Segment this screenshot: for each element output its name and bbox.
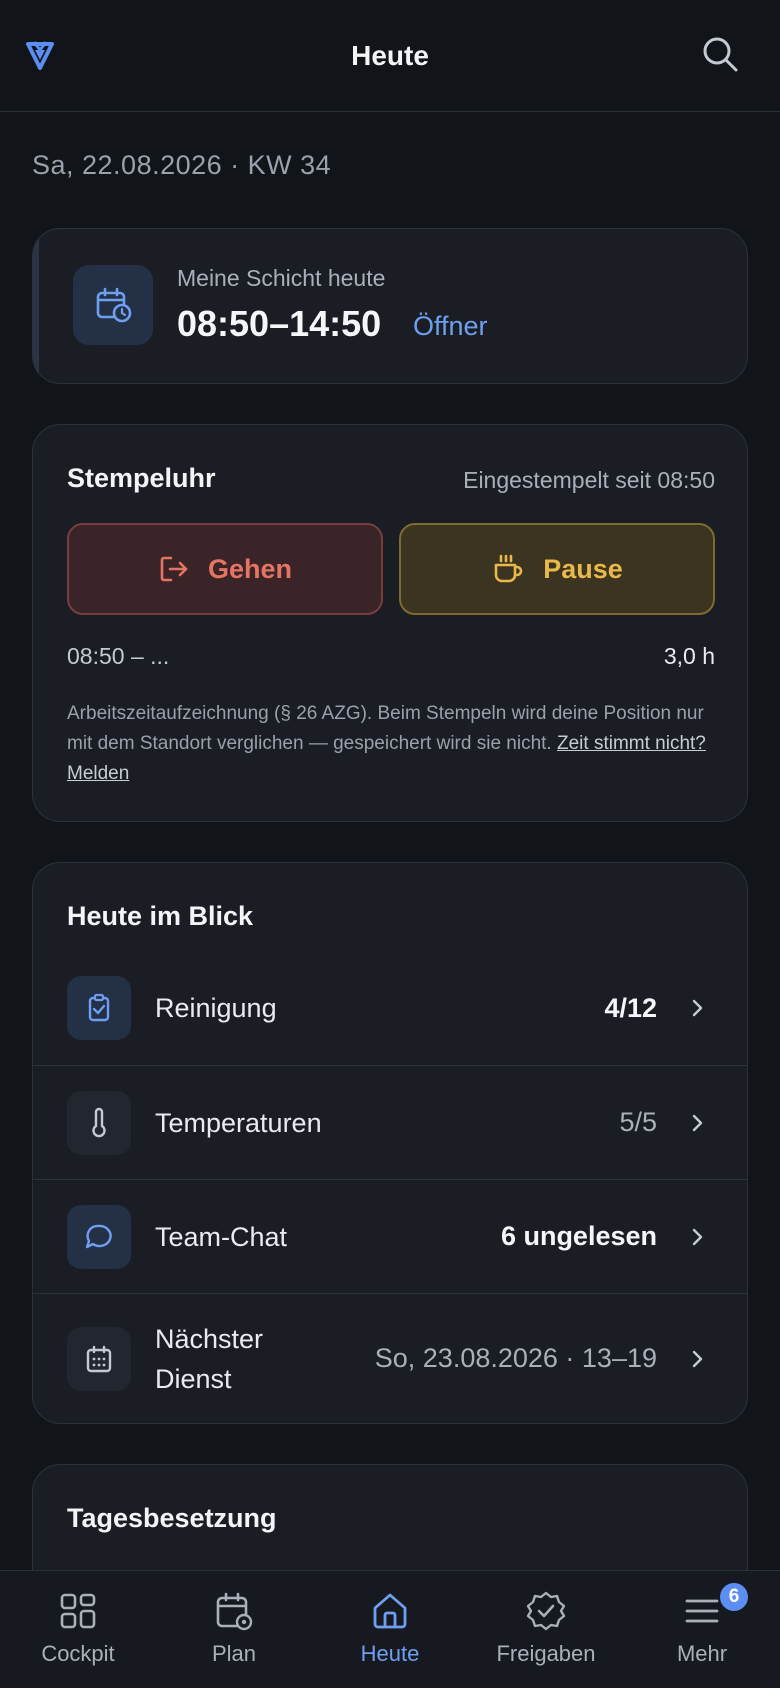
clipboard-check-icon: [67, 976, 131, 1040]
calendar-icon: [67, 1326, 131, 1391]
row-label-line2: Dienst: [155, 1363, 232, 1394]
chevron-right-icon: [692, 1228, 703, 1245]
brand-logo-icon[interactable]: [24, 38, 56, 72]
row-team-chat[interactable]: Team-Chat 6 ungelesen: [33, 1179, 747, 1293]
tab-label: Freigaben: [496, 1641, 596, 1666]
row-label-line1: Nächster: [155, 1323, 264, 1354]
tab-plan[interactable]: Plan: [156, 1571, 312, 1688]
chat-bubble-icon: [67, 1204, 131, 1269]
grid-icon: [60, 1593, 96, 1629]
clock-out-button[interactable]: Gehen: [67, 523, 383, 615]
badge-check-icon: [526, 1591, 566, 1631]
row-label: Temperaturen: [155, 1107, 322, 1138]
row-label: Nächster Dienst: [155, 1319, 263, 1399]
tab-cockpit[interactable]: Cockpit: [0, 1571, 156, 1688]
chevron-right-icon: [692, 1350, 703, 1367]
staffing-title: Tagesbesetzung: [67, 1503, 277, 1533]
date-line: Sa, 22.08.2026 · KW 34: [32, 150, 332, 180]
privacy-note: Arbeitszeitaufzeichnung (§ 26 AZG). Beim…: [67, 699, 707, 789]
row-label: Reinigung: [155, 993, 277, 1023]
clock-hours: 3,0 h: [663, 643, 715, 669]
shift-label: Meine Schicht heute: [177, 265, 386, 291]
row-cleaning[interactable]: Reinigung 4/12: [33, 951, 747, 1065]
coffee-cup-icon: [494, 554, 523, 583]
row-value: 5/5: [619, 1107, 657, 1137]
tab-label: Plan: [211, 1641, 257, 1666]
row-next-shift[interactable]: Nächster Dienst So, 23.08.2026 · 13–19: [33, 1293, 747, 1423]
tab-today[interactable]: Heute: [312, 1571, 468, 1688]
pause-label: Pause: [543, 553, 623, 584]
clock-status: Eingestempelt seit 08:50: [463, 467, 715, 493]
today-overview-card: Heute im Blick Reinigung 4/12 Temperatur…: [32, 862, 748, 1424]
row-value: 4/12: [604, 992, 657, 1023]
clock-range: 08:50 – ...: [67, 643, 170, 669]
chevron-right-icon: [692, 999, 703, 1017]
row-value: So, 23.08.2026 · 13–19: [374, 1343, 657, 1373]
time-clock-title: Stempeluhr: [67, 463, 216, 493]
tab-label: Mehr: [676, 1641, 728, 1666]
tab-more[interactable]: 6 Mehr: [624, 1571, 780, 1688]
logout-icon: [160, 556, 188, 582]
thermometer-icon: [67, 1090, 131, 1155]
search-icon[interactable]: [700, 34, 740, 74]
tab-label: Heute: [360, 1641, 420, 1666]
today-overview-title: Heute im Blick: [67, 901, 254, 931]
pause-button[interactable]: Pause: [399, 523, 715, 615]
app-header: Heute: [0, 0, 780, 112]
notification-badge: 6: [718, 1581, 750, 1613]
calendar-clock-icon: [73, 265, 153, 345]
clock-out-label: Gehen: [207, 553, 293, 584]
tab-label: Cockpit: [41, 1641, 115, 1666]
row-temperatures[interactable]: Temperaturen 5/5: [33, 1065, 747, 1179]
bottom-tab-bar: Cockpit Plan Heute Freigaben 6 Mehr: [0, 1570, 780, 1688]
shift-card[interactable]: Meine Schicht heute 08:50–14:50 Öffner: [32, 228, 748, 384]
shift-card-accent: [33, 229, 39, 383]
tab-approvals[interactable]: Freigaben: [468, 1571, 624, 1688]
shift-time: 08:50–14:50: [177, 303, 382, 344]
page-title: Heute: [351, 39, 429, 71]
calendar-settings-icon: [216, 1592, 253, 1631]
chevron-right-icon: [692, 1114, 703, 1131]
row-value: 6 ungelesen: [500, 1221, 657, 1251]
row-label: Team-Chat: [155, 1221, 288, 1252]
home-icon: [373, 1593, 407, 1629]
shift-role: Öffner: [413, 311, 488, 341]
time-clock-card: Stempeluhr Eingestempelt seit 08:50 Gehe…: [32, 424, 748, 822]
